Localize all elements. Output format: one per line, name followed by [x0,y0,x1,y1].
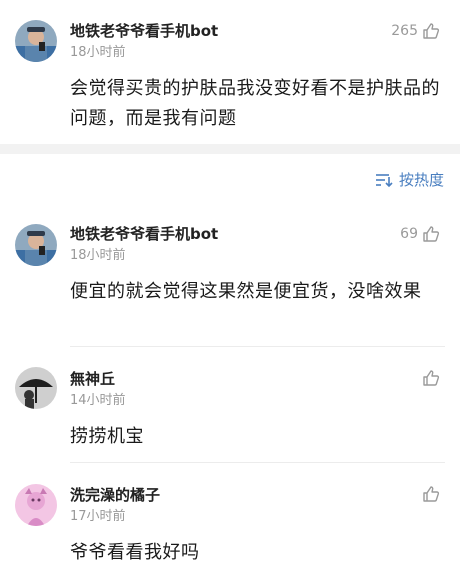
username[interactable]: 洗完澡的橘子 [70,485,160,505]
thumbs-up-icon [423,370,440,386]
like-count: 265 [391,23,418,39]
timestamp: 17小时前 [70,509,126,524]
username[interactable]: 地铁老爷爷看手机bot [70,224,218,244]
comment-text: 捞捞机宝 [70,426,144,447]
comment-text: 爷爷看看我好吗 [70,542,200,563]
thumbs-up-icon [423,486,440,502]
avatar[interactable] [15,20,57,62]
comment-3: 無神丘 14小时前 捞捞机宝 [0,347,460,463]
sort-label: 按热度 [398,171,444,189]
sort-icon [375,174,393,188]
comment-1: 地铁老爷爷看手机bot 18小时前 265 会觉得买贵的护肤品我没变好看不是护肤… [0,0,460,144]
comment-text: 便宜的就会觉得这果然是便宜货，没啥效果 [70,281,422,302]
like-button[interactable]: 69 [400,224,440,244]
like-button[interactable] [418,369,440,387]
comment-text: 会觉得买贵的护肤品我没变好看不是护肤品的问题，而是我有问题 [70,78,440,129]
comment-4: 洗完澡的橘子 17小时前 爷爷看看我好吗 [0,463,460,574]
avatar[interactable] [15,224,57,266]
sort-button[interactable]: 按热度 [375,170,444,190]
like-button[interactable] [418,485,440,503]
avatar[interactable] [15,484,57,526]
thumbs-up-icon [423,226,440,242]
section-divider [0,144,460,154]
avatar[interactable] [15,367,57,409]
like-button[interactable]: 265 [391,21,440,41]
timestamp: 14小时前 [70,393,126,408]
username[interactable]: 無神丘 [70,369,115,389]
thumbs-up-icon [423,23,440,39]
timestamp: 18小时前 [70,45,126,60]
username[interactable]: 地铁老爷爷看手机bot [70,21,218,41]
like-count: 69 [400,226,418,242]
timestamp: 18小时前 [70,248,126,263]
comment-2: 地铁老爷爷看手机bot 18小时前 69 便宜的就会觉得这果然是便宜货，没啥效果 [0,200,460,346]
